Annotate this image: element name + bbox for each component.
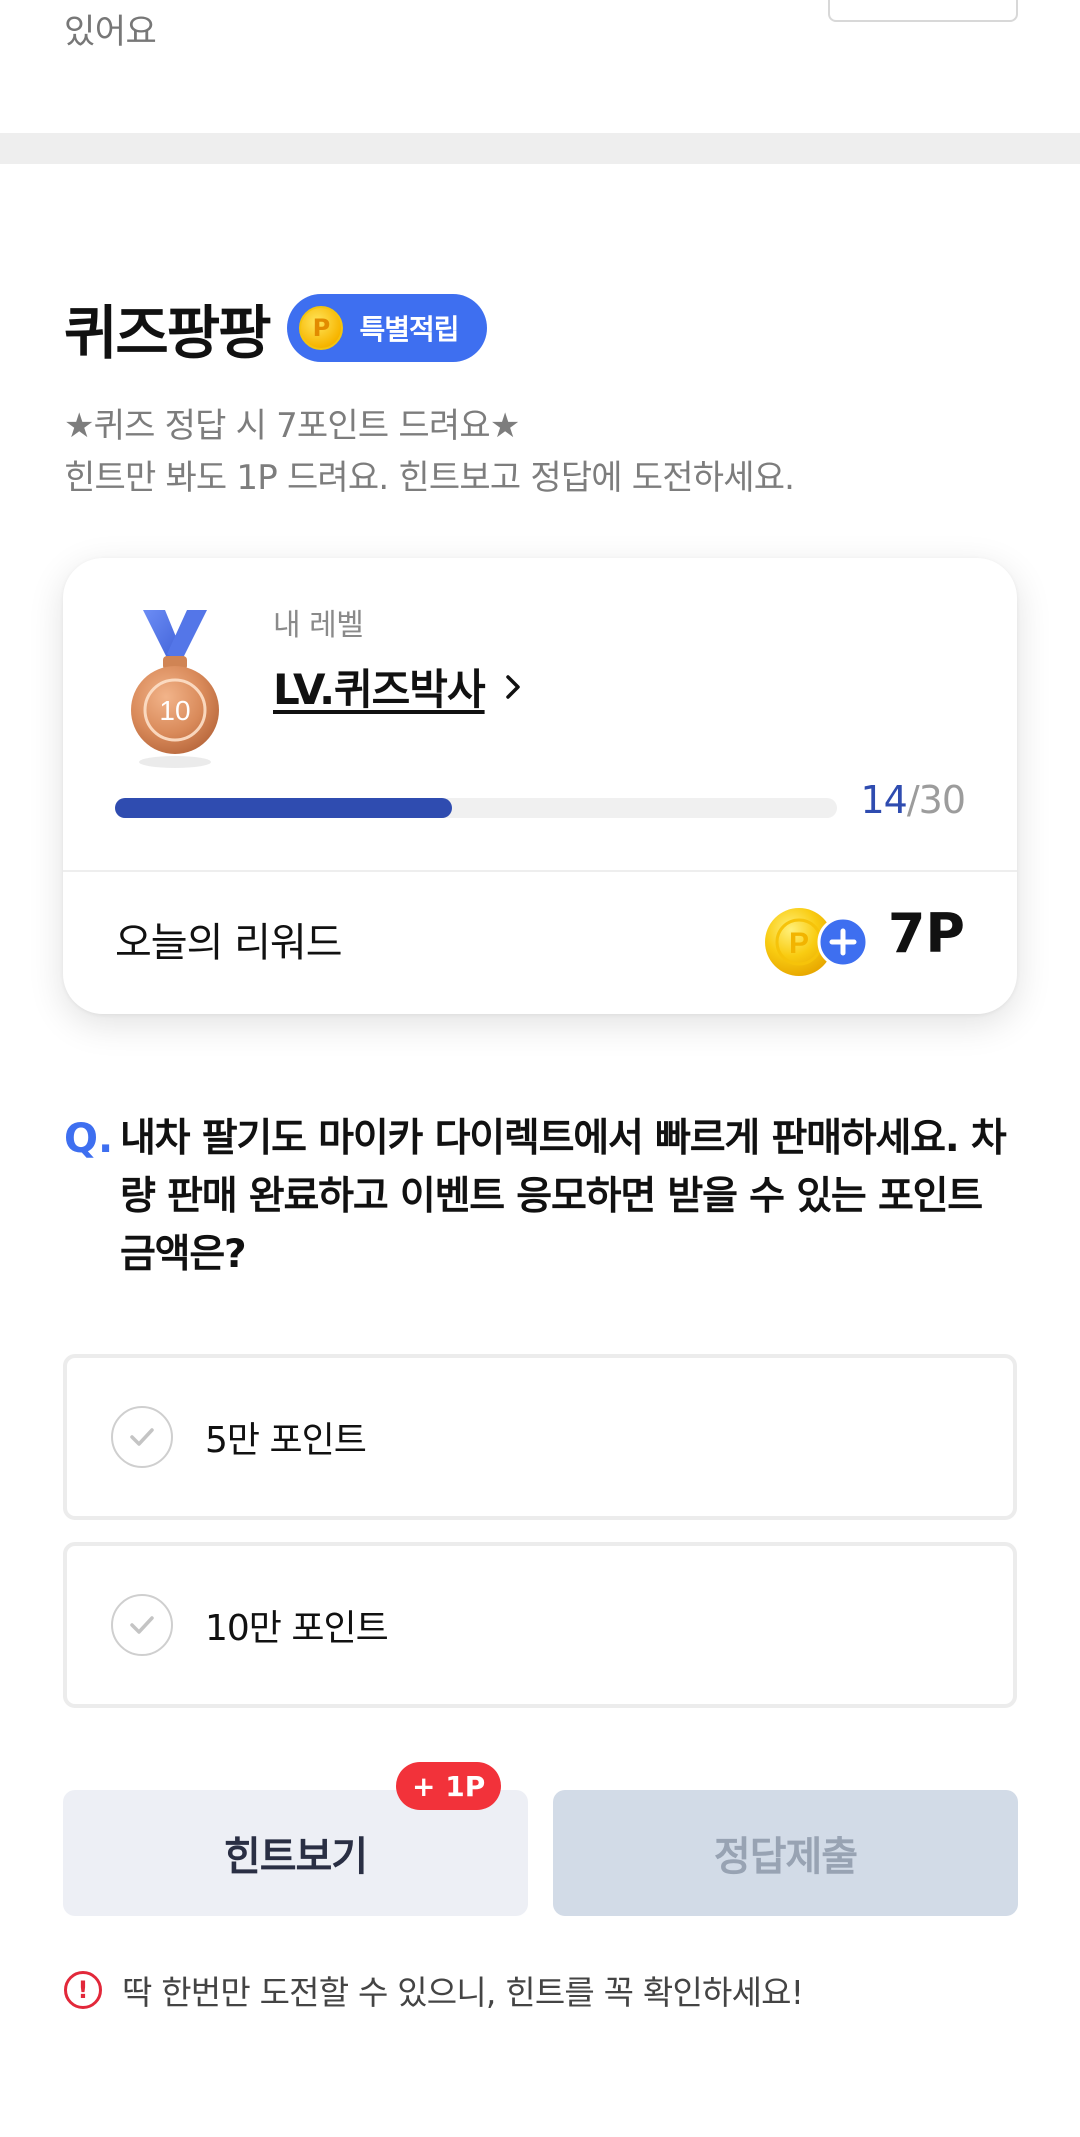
submit-answer-button[interactable]: 정답제출	[553, 1790, 1018, 1916]
today-reward-label: 오늘의 리워드	[115, 920, 343, 966]
answer-option-1[interactable]: 5만 포인트	[63, 1354, 1017, 1520]
level-card: 10 내 레벨 LV.퀴즈박사 14/30 오늘의 리워드 P 7P	[63, 558, 1017, 1014]
previous-section-text: 있어요	[64, 12, 157, 52]
answer-option-2[interactable]: 10만 포인트	[63, 1542, 1017, 1708]
previous-section-button-edge[interactable]	[828, 0, 1018, 22]
warning-icon: !	[64, 1971, 102, 2009]
special-reward-badge: P 특별적립	[287, 294, 487, 362]
quiz-description: ★퀴즈 정답 시 7포인트 드려요★ 힌트만 봐도 1P 드려요. 힌트보고 정…	[64, 400, 795, 504]
quiz-description-line2: 힌트만 봐도 1P 드려요. 힌트보고 정답에 도전하세요.	[64, 458, 795, 498]
option-check-circle[interactable]	[111, 1594, 173, 1656]
level-progress-text: 14/30	[860, 778, 966, 822]
notice-text: 딱 한번만 도전할 수 있으니, 힌트를 꼭 확인하세요!	[122, 1973, 804, 2012]
section-divider	[0, 133, 1080, 164]
progress-separator: /	[906, 778, 920, 822]
question-prefix: Q.	[64, 1116, 114, 1162]
progress-total: 30	[918, 778, 966, 822]
today-reward-value: 7P	[887, 902, 965, 965]
notice: ! 딱 한번만 도전할 수 있으니, 힌트를 꼭 확인하세요!	[64, 1966, 804, 2014]
level-name[interactable]: LV.퀴즈박사	[273, 656, 486, 717]
quiz-question: Q. 내차 팔기도 마이카 다이렉트에서 빠르게 판매하세요. 차량 판매 완료…	[64, 1110, 1024, 1284]
option-label: 5만 포인트	[205, 1420, 367, 1461]
quiz-description-line1: ★퀴즈 정답 시 7포인트 드려요★	[64, 406, 520, 446]
level-progress-bar	[115, 798, 837, 818]
hint-bonus-badge: + 1P	[396, 1762, 502, 1810]
option-check-circle[interactable]	[111, 1406, 173, 1468]
level-link[interactable]: LV.퀴즈박사	[273, 656, 527, 717]
svg-text:P: P	[789, 927, 809, 960]
medal-icon: 10	[131, 610, 219, 768]
question-text: 내차 팔기도 마이카 다이렉트에서 빠르게 판매하세요. 차량 판매 완료하고 …	[120, 1116, 1007, 1277]
special-reward-label: 특별적립	[359, 313, 459, 346]
check-icon	[130, 1616, 154, 1634]
progress-current: 14	[860, 778, 907, 822]
quiz-title: 퀴즈팡팡	[64, 299, 271, 367]
level-caption: 내 레벨	[273, 608, 364, 643]
previous-section-fragment: 있어요	[0, 0, 1080, 133]
coin-icon: P	[299, 306, 344, 350]
level-progress-fill	[115, 798, 452, 818]
check-icon	[130, 1428, 154, 1446]
quiz-header: 퀴즈팡팡 P 특별적립	[64, 286, 487, 370]
chevron-right-icon	[505, 674, 520, 699]
coin-plus-icon: P	[765, 908, 869, 976]
option-label: 10만 포인트	[205, 1608, 389, 1649]
medal-number: 10	[159, 695, 190, 726]
card-divider	[63, 870, 1017, 872]
